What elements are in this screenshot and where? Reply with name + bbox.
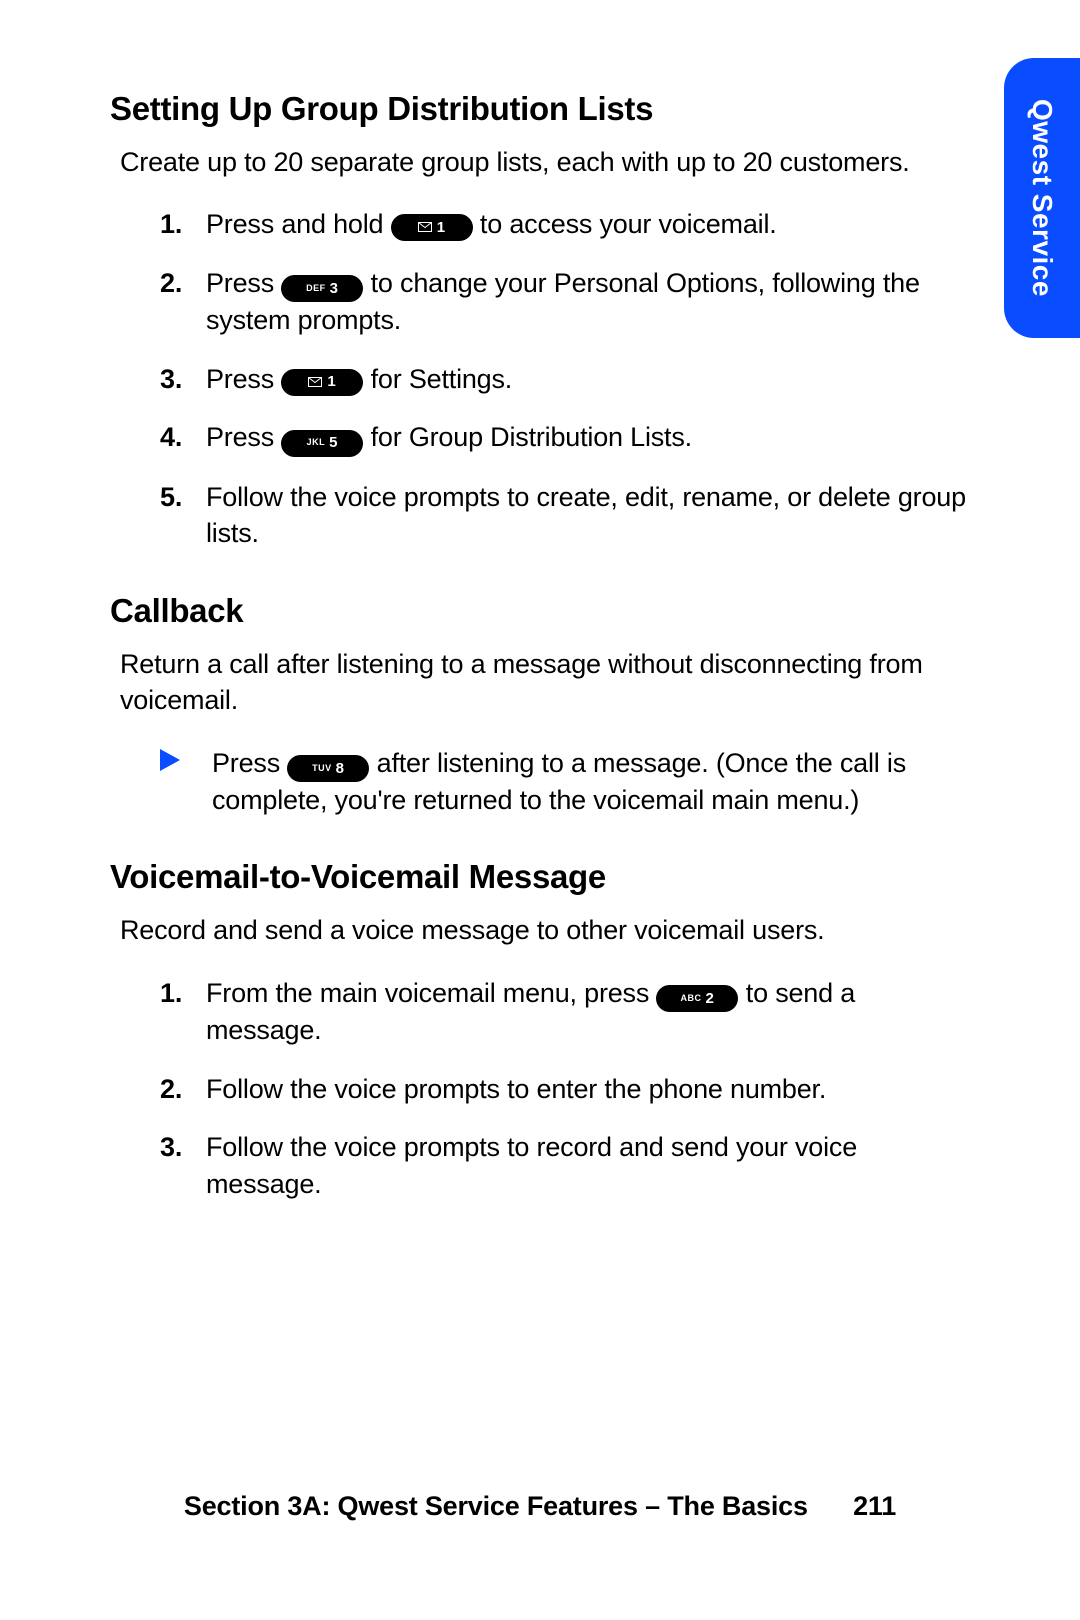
step-number: 5. <box>160 479 182 515</box>
phone-key-icon: TUV 8 <box>287 755 369 782</box>
step-number: 3. <box>160 1129 182 1165</box>
key-letters: JKL <box>307 438 326 447</box>
phone-key-icon: 1 <box>391 214 473 241</box>
intro-vm-to-vm: Record and send a voice message to other… <box>120 912 970 948</box>
step-number: 2. <box>160 1071 182 1107</box>
step-text-pre: Press <box>206 268 281 298</box>
heading-group-distribution: Setting Up Group Distribution Lists <box>110 90 970 128</box>
side-tab: Qwest Service <box>1004 58 1080 338</box>
page-footer: Section 3A: Qwest Service Features – The… <box>0 1491 1080 1522</box>
step-text-post: for Settings. <box>363 364 512 394</box>
key-digit: 5 <box>329 435 338 450</box>
intro-callback: Return a call after listening to a messa… <box>120 646 970 719</box>
step-number: 4. <box>160 419 182 455</box>
key-letters: TUV <box>312 764 332 773</box>
step-item: 4. Press JKL5 for Group Distribution Lis… <box>160 419 970 457</box>
step-item: 2. Press DEF3 to change your Personal Op… <box>160 265 970 339</box>
step-text-pre: Press <box>206 364 281 394</box>
page-number: 211 <box>853 1491 896 1521</box>
phone-key-icon: 1 <box>281 369 363 396</box>
phone-key-icon: ABC 2 <box>656 985 738 1012</box>
step-text: Follow the voice prompts to enter the ph… <box>206 1074 826 1104</box>
step-text-post: to access your voicemail. <box>473 209 777 239</box>
phone-key-icon: DEF 3 <box>281 275 363 302</box>
step-number: 3. <box>160 361 182 397</box>
key-digit: 3 <box>330 281 339 296</box>
step-text-pre: Press <box>206 422 281 452</box>
step-item: 1. From the main voicemail menu, press A… <box>160 975 970 1049</box>
heading-vm-to-vm: Voicemail-to-Voicemail Message <box>110 858 970 896</box>
step-item: 1. Press and hold 1 to access your voice… <box>160 206 970 242</box>
step-number: 2. <box>160 265 182 301</box>
key-digit: 1 <box>327 374 336 389</box>
step-text-pre: Press and hold <box>206 209 391 239</box>
steps-group-distribution: 1. Press and hold 1 to access your voice… <box>110 206 970 551</box>
key-digit: 2 <box>706 991 715 1006</box>
key-letters: DEF <box>306 284 326 293</box>
step-item: 3. Follow the voice prompts to record an… <box>160 1129 970 1202</box>
bullet-item: Press TUV8 after listening to a message.… <box>156 745 970 819</box>
bullet-list-callback: Press TUV8 after listening to a message.… <box>156 745 970 819</box>
step-text-pre: From the main voicemail menu, press <box>206 978 656 1008</box>
step-text-post: for Group Distribution Lists. <box>363 422 692 452</box>
key-digit: 8 <box>336 761 345 776</box>
step-item: 5. Follow the voice prompts to create, e… <box>160 479 970 552</box>
key-digit: 1 <box>437 220 446 235</box>
side-tab-label: Qwest Service <box>1026 99 1058 297</box>
footer-section-label: Section 3A: Qwest Service Features – The… <box>184 1491 808 1521</box>
heading-callback: Callback <box>110 592 970 630</box>
step-text: Follow the voice prompts to create, edit… <box>206 482 966 548</box>
steps-vm-to-vm: 1. From the main voicemail menu, press A… <box>110 975 970 1202</box>
intro-group-distribution: Create up to 20 separate group lists, ea… <box>120 144 970 180</box>
step-item: 3. Press 1 for Settings. <box>160 361 970 397</box>
phone-key-icon: JKL5 <box>281 430 363 457</box>
key-letters: ABC <box>681 994 702 1003</box>
step-item: 2. Follow the voice prompts to enter the… <box>160 1071 970 1107</box>
step-number: 1. <box>160 206 182 242</box>
manual-page: Qwest Service Setting Up Group Distribut… <box>0 0 1080 1620</box>
bullet-text-pre: Press <box>212 748 287 778</box>
step-number: 1. <box>160 975 182 1011</box>
triangle-bullet-icon <box>160 749 180 771</box>
step-text: Follow the voice prompts to record and s… <box>206 1132 857 1198</box>
